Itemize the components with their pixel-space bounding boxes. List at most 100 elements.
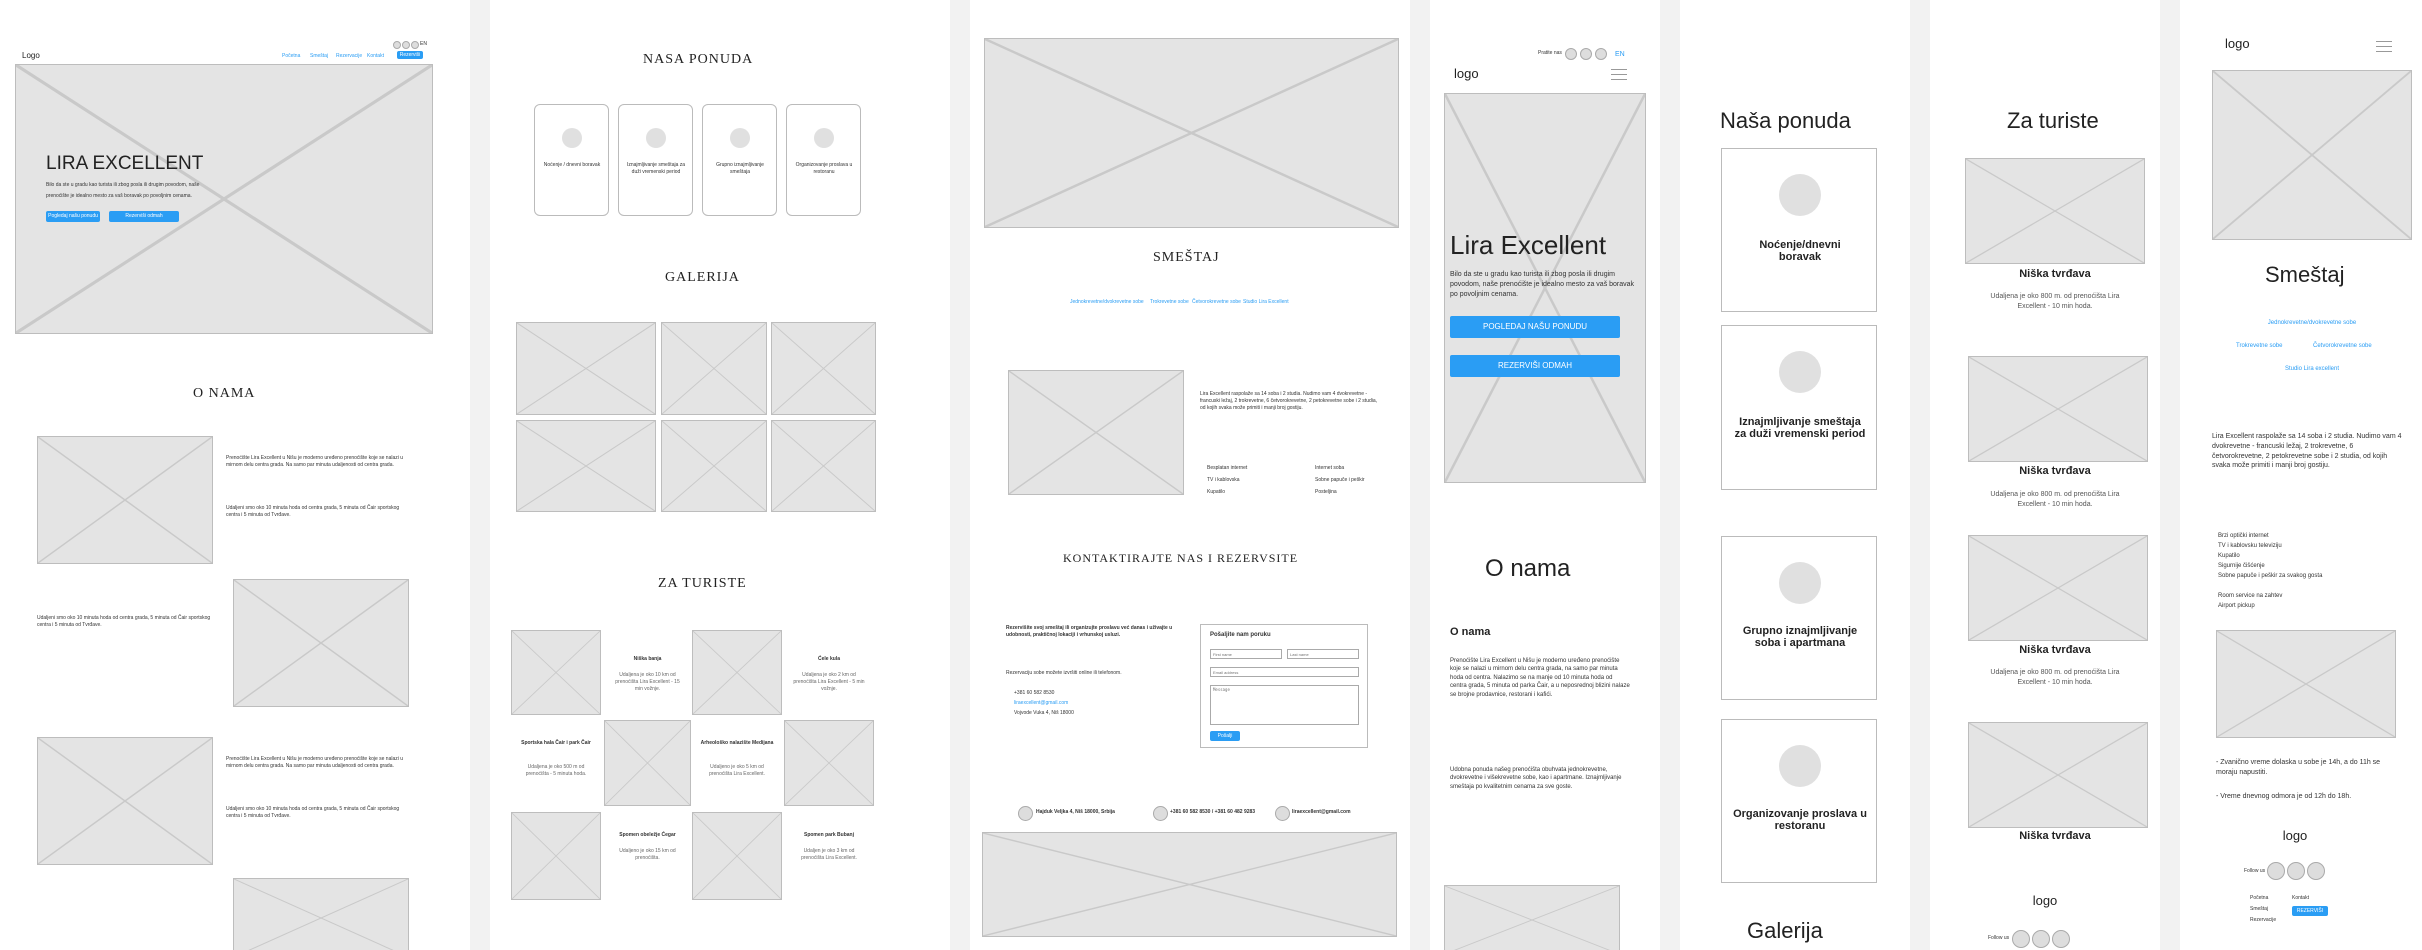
offer-card[interactable]: Iznajmljivanje smeštaja za duži vremensk… [618,104,693,216]
accommodation-title: SMEŠTAJ [1153,250,1220,265]
social-icon[interactable] [2307,862,2325,880]
reserve-now-button[interactable]: Rezerviši odmah [109,211,179,222]
group-icon [1779,562,1821,604]
gallery-image[interactable] [516,322,656,415]
contact-email[interactable]: liraexcellent@gmail.com [1014,700,1068,707]
footer-email[interactable]: liraexcellent@gmail.com [1292,809,1351,816]
logo[interactable]: logo [2225,36,2250,51]
menu-icon[interactable] [1611,68,1627,80]
gallery-image[interactable] [771,420,876,512]
form-title: Pošaljite nam poruku [1210,632,1271,638]
hero-title: LIRA EXCELLENT [46,153,204,174]
email-icon [1275,806,1290,821]
social-icon[interactable] [2012,930,2030,948]
follow-label: Follow us [2244,868,2266,874]
footer-logo[interactable]: logo [2255,828,2335,843]
footer-link[interactable]: Rezervacije [2250,917,2276,924]
offer-card[interactable]: Noćenje/dnevni boravak [1721,148,1877,312]
social-icon[interactable] [2052,930,2070,948]
send-button[interactable]: Pošalji [1210,731,1240,741]
language-label[interactable]: EN [1615,50,1625,60]
place-name: Niška tvrđava [2019,268,2091,280]
reserve-button[interactable]: Rezerviši [397,51,423,59]
offer-card[interactable]: Iznajmljivanje smeštaja za duži vremensk… [1721,325,1877,490]
footer-logo[interactable]: logo [2015,893,2075,908]
room-tab[interactable]: Studio Lira Excellent [1243,299,1289,306]
place-desc: Udaljena je oko 2 km od prenoćišta Lira … [793,672,865,692]
logo[interactable]: Logo [22,51,40,60]
desktop-home-frame: EN Logo Početna Smeštaj Rezervacije Kont… [0,0,470,950]
place-card[interactable]: Arheološko nalazište Medijana Udaljeno j… [692,720,782,806]
view-offer-button[interactable]: POGLEDAJ NAŠU PONUDU [1450,316,1620,338]
room-tab[interactable]: Četvorokrevetne sobe [1192,299,1241,306]
footer-link[interactable]: Smeštaj [2250,906,2268,913]
place-desc: Udaljen je oko 3 km od prenoćišta Lira E… [801,848,857,861]
place-card[interactable]: Ćele kula Udaljena je oko 2 km od prenoć… [784,630,874,715]
offer-card[interactable]: Organizovanje proslava u restoranu [1721,719,1877,883]
language-label[interactable]: EN [420,41,427,48]
social-icon[interactable] [1580,48,1592,60]
room-tab[interactable]: Trokrevetne sobe [2236,342,2282,350]
footer-link[interactable]: Početna [2250,895,2268,902]
room-tab[interactable]: Četvorokrevetne sobe [2313,342,2372,350]
room-tab[interactable]: Jednokrevetne/dvokrevetne sobe [1070,299,1144,306]
nav-item-reservations[interactable]: Rezervacije [336,53,362,60]
place-card[interactable]: Niška banja Udaljena je oko 10 km od pre… [604,630,691,715]
offer-icon [646,128,666,148]
offer-card[interactable]: Grupno iznajmljivanje soba i apartmana [1721,536,1877,700]
social-icon[interactable] [2032,930,2050,948]
social-icon[interactable] [411,41,419,49]
room-tab[interactable]: Studio Lira excellent [2212,365,2412,373]
view-offer-button[interactable]: Pogledaj našu ponudu [46,211,100,222]
room-tab[interactable]: Trokrevetne sobe [1150,299,1189,306]
gallery-image[interactable] [516,420,656,512]
amenity-item: Kupatilo [1207,489,1226,495]
gallery-image[interactable] [771,322,876,415]
place-image [692,630,782,715]
social-icon[interactable] [393,41,401,49]
nav-item-accommodation[interactable]: Smeštaj [310,53,328,60]
social-icon[interactable] [1565,48,1577,60]
gallery-image[interactable] [661,420,767,512]
about-title: O NAMA [193,386,256,401]
message-field[interactable] [1210,685,1359,725]
about-image [37,436,213,564]
place-name: Sportska hala Čair i park Čair [521,740,591,746]
map-image[interactable] [982,832,1397,937]
logo[interactable]: logo [1454,66,1479,81]
nav-item-home[interactable]: Početna [282,53,300,60]
offer-card-label: Iznajmljivanje smeštaja za duži vremensk… [626,162,686,175]
reserve-now-button[interactable]: REZERVIŠI ODMAH [1450,355,1620,377]
nav-item-contact[interactable]: Kontakt [367,53,384,60]
amenity-item: Besplatan internet [1207,465,1248,471]
footer-link[interactable]: Kontakt [2292,895,2309,902]
menu-icon[interactable] [2376,40,2392,52]
offer-card[interactable]: Noćenje / dnevni boravak [534,104,609,216]
place-name: Spomen park Bubanj [803,832,854,838]
offer-card[interactable]: Grupno iznajmljivanje smeštaja [702,104,777,216]
reserve-button[interactable]: REZERVIŠI [2292,906,2328,916]
social-icon[interactable] [2287,862,2305,880]
place-card[interactable]: Sportska hala Čair i park Čair Udaljena … [511,720,601,806]
hero-text-line: prenoćište je idealno mesto za vaš borav… [46,193,192,199]
first-name-field[interactable] [1210,649,1282,659]
social-icon[interactable] [402,41,410,49]
offer-card[interactable]: Organizovanje proslava u restoranu [786,104,861,216]
contact-phone[interactable]: +381 60 582 8530 [1014,690,1054,697]
amenity-item: Posteljina [1315,489,1337,495]
email-field[interactable] [1210,667,1359,677]
place-desc: Udaljena je oko 10 km od prenoćišta Lira… [615,672,680,692]
offer-icon [814,128,834,148]
gallery-image[interactable] [661,322,767,415]
last-name-field[interactable] [1287,649,1359,659]
place-image [1968,356,2148,462]
offer-card-label: Grupno iznajmljivanje smeštaja [716,162,764,175]
place-card[interactable]: Spomen obeležje Ćegar Udaljeno je oko 15… [604,812,691,900]
about-image [233,878,409,950]
social-icon[interactable] [1595,48,1607,60]
room-tab[interactable]: Jednokrevetne/dvokrevetne sobe [2212,319,2412,327]
offer-card-label: Iznajmljivanje smeštaja za duži vremensk… [1734,416,1866,440]
footer-phone[interactable]: +381 60 582 8530 / +381 60 482 9283 [1170,809,1255,816]
place-card[interactable]: Spomen park Bubanj Udaljen je oko 3 km o… [784,812,874,900]
social-icon[interactable] [2267,862,2285,880]
